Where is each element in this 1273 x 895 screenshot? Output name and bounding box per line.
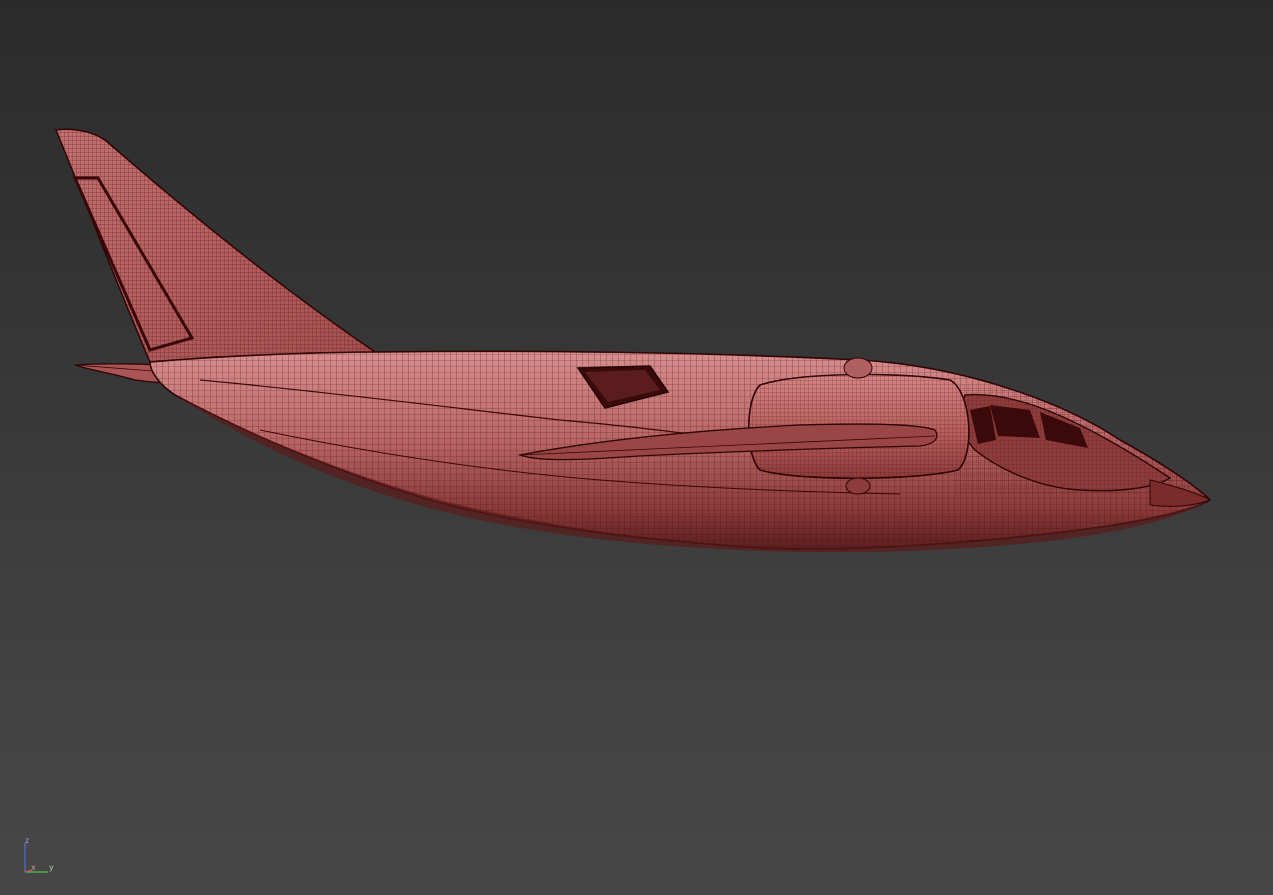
x-axis-label: x xyxy=(31,863,36,872)
3d-viewport[interactable]: z x y xyxy=(0,0,1273,895)
axis-gizmo: z x y xyxy=(24,836,54,873)
cockpit-canopy xyxy=(955,385,1185,495)
y-axis-label: y xyxy=(49,863,54,872)
aircraft-model[interactable] xyxy=(0,0,1273,895)
z-axis-label: z xyxy=(25,836,29,845)
